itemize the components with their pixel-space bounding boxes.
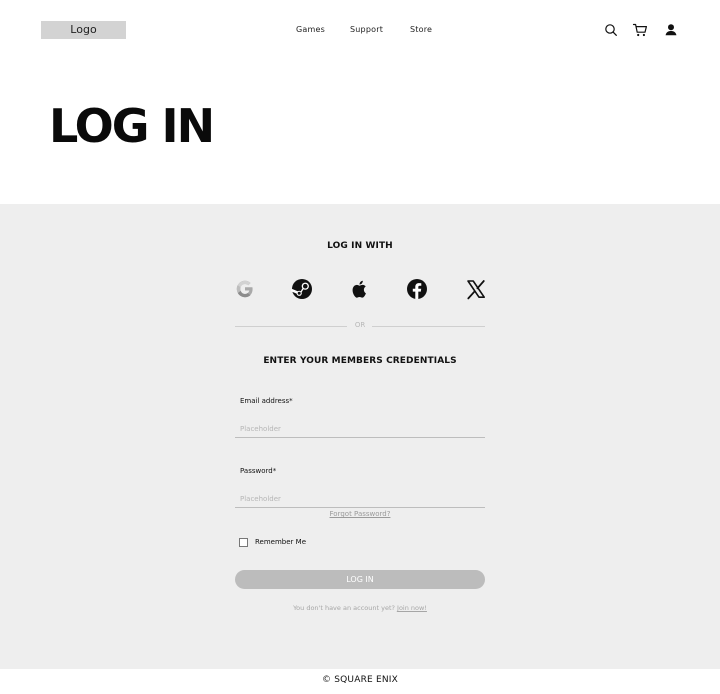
email-label: Email address* [240,397,293,405]
x-login-button[interactable] [465,278,487,300]
login-button[interactable]: LOG IN [235,570,485,589]
page-title: LOG IN [49,99,215,153]
google-icon [236,280,253,298]
facebook-icon [407,279,427,299]
site-header: Logo Games Support Store [0,0,720,60]
remember-me-checkbox[interactable] [239,538,248,547]
divider-line-right [372,326,485,327]
forgot-password-link[interactable]: Forgot Password? [0,510,720,518]
copyright-text: © SQUARE ENIX [321,675,399,685]
search-icon[interactable] [603,22,619,38]
steam-login-button[interactable] [291,278,313,300]
divider-line-left [235,326,347,327]
facebook-login-button[interactable] [406,278,428,300]
apple-login-button[interactable] [349,278,371,300]
google-login-button[interactable] [234,278,256,300]
account-icon[interactable] [663,22,679,38]
divider-or: OR [354,321,366,329]
steam-icon [291,279,312,299]
apple-icon [352,280,366,298]
password-label: Password* [240,467,277,475]
social-login-row [0,278,720,300]
credentials-heading: ENTER YOUR MEMBERS CREDENTIALS [263,356,457,366]
cart-icon[interactable] [632,22,648,38]
nav-item-store[interactable]: Store [410,24,432,36]
site-footer: © SQUARE ENIX [0,669,720,694]
login-with-heading: LOG IN WITH [327,241,393,251]
join-now-link[interactable]: Join now! [397,604,427,612]
x-icon [467,280,485,300]
remember-me-label: Remember Me [255,538,306,546]
email-field[interactable] [235,420,485,438]
nav-item-games[interactable]: Games [296,24,325,36]
no-account-text: You don't have an account yet? [293,604,395,612]
nav-item-support[interactable]: Support [350,24,383,36]
login-panel: LOG IN WITH OR ENTER YOUR MEMBERS CREDEN… [0,204,720,669]
password-field[interactable] [235,490,485,508]
signup-prompt: You don't have an account yet? Join now! [0,604,720,612]
